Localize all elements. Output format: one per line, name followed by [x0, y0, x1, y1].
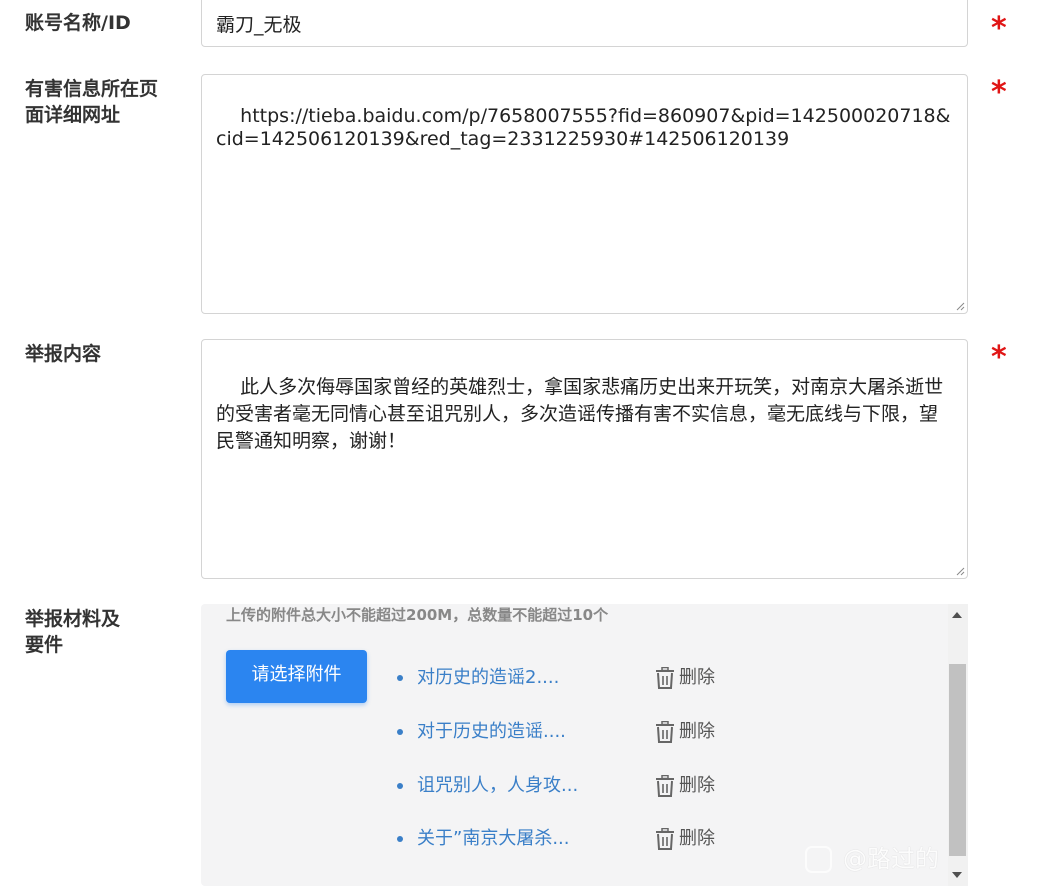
report-form-page: 账号名称/ID 霸刀_无极 * 有害信息所在页 面详细网址 https://ti… — [0, 0, 1049, 888]
report-content-label: 举报内容 — [25, 343, 102, 365]
required-mark: * — [991, 340, 1007, 375]
resize-handle-icon[interactable] — [956, 567, 965, 576]
attachment-item: 对于历史的造谣.... 删除 — [397, 719, 937, 749]
scroll-down-arrow-icon[interactable] — [952, 872, 962, 878]
attachments-label-line2: 要件 — [25, 634, 64, 656]
delete-label: 删除 — [679, 667, 715, 688]
attachment-file-link[interactable]: 诅咒别人，人身攻... — [417, 773, 578, 799]
delete-label: 删除 — [679, 828, 715, 849]
attachment-file-link[interactable]: 关于”南京大屠杀... — [417, 826, 570, 852]
required-mark: * — [991, 75, 1007, 110]
attachment-file-link[interactable]: 对于历史的造谣.... — [417, 719, 566, 745]
bullet-icon — [397, 836, 403, 842]
choose-attachment-button[interactable]: 请选择附件 — [226, 650, 367, 703]
account-name-label: 账号名称/ID — [25, 12, 131, 34]
upload-limit-hint: 上传的附件总大小不能超过200M，总数量不能超过10个 — [226, 606, 609, 624]
trash-icon — [656, 667, 674, 689]
account-name-input[interactable]: 霸刀_无极 — [201, 0, 968, 47]
attachment-item: 对历史的造谣2.... 删除 — [397, 665, 937, 695]
delete-label: 删除 — [679, 775, 715, 796]
trash-icon — [656, 828, 674, 850]
delete-label: 删除 — [679, 721, 715, 742]
attachment-file-link[interactable]: 对历史的造谣2.... — [417, 665, 559, 691]
url-label-line1: 有害信息所在页 — [25, 78, 159, 100]
attachment-item: 诅咒别人，人身攻... 删除 — [397, 773, 937, 803]
url-label-line2: 面详细网址 — [25, 104, 121, 126]
scroll-up-arrow-icon[interactable] — [952, 612, 962, 618]
url-label: 有害信息所在页 面详细网址 — [25, 76, 175, 128]
url-textarea[interactable]: https://tieba.baidu.com/p/7658007555?fid… — [201, 74, 968, 314]
report-content-textarea[interactable]: 此人多次侮辱国家曾经的英雄烈士，拿国家悲痛历史出来开玩笑，对南京大屠杀逝世的受害… — [201, 339, 968, 579]
resize-handle-icon[interactable] — [956, 302, 965, 311]
upload-panel-scrollbar[interactable] — [948, 604, 968, 886]
bullet-icon — [397, 675, 403, 681]
bullet-icon — [397, 729, 403, 735]
required-mark: * — [991, 11, 1007, 46]
report-content-value: 此人多次侮辱国家曾经的英雄烈士，拿国家悲痛历史出来开玩笑，对南京大屠杀逝世的受害… — [216, 376, 944, 452]
attachments-label-line1: 举报材料及 — [25, 608, 121, 630]
chat-bubble-icon — [805, 846, 832, 873]
trash-icon — [656, 721, 674, 743]
trash-icon — [656, 775, 674, 797]
scrollbar-thumb[interactable] — [949, 664, 966, 856]
watermark-text: @路过的 — [843, 845, 939, 873]
bullet-icon — [397, 783, 403, 789]
attachments-label: 举报材料及 要件 — [25, 606, 175, 658]
url-textarea-value: https://tieba.baidu.com/p/7658007555?fid… — [216, 105, 951, 150]
